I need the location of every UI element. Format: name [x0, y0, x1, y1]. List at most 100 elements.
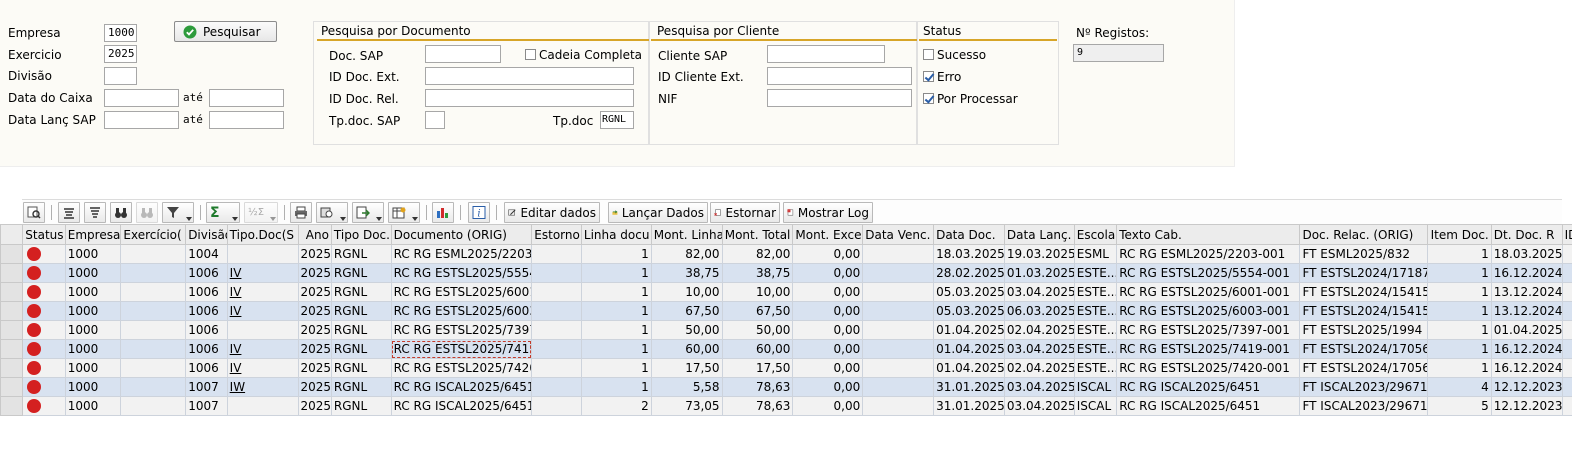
filter-button[interactable]: [162, 202, 194, 223]
table-row[interactable]: 1000 1006 2025 RGNL RC RG ESTSL2025/7397 1 50,…: [0, 320, 1572, 340]
layout-button[interactable]: [388, 202, 420, 223]
table-row[interactable]: 1000 1007 2025 RGNL RC RG ISCAL2025/6451 2 73,…: [0, 396, 1572, 416]
column-header[interactable]: Mont. Total: [721, 224, 794, 245]
column-header[interactable]: Texto Cab.: [1116, 224, 1301, 245]
id-doc-rel-field[interactable]: [425, 89, 634, 107]
table-cell[interactable]: IV: [226, 339, 299, 359]
table-cell[interactable]: IW: [226, 377, 299, 397]
info-button[interactable]: i: [468, 202, 490, 223]
column-header[interactable]: Escola: [1073, 224, 1118, 245]
row-selector[interactable]: [0, 244, 24, 264]
details-button[interactable]: [23, 202, 45, 223]
export-button[interactable]: [352, 202, 384, 223]
tp-doc-field[interactable]: RGNL: [600, 111, 634, 129]
lancar-dados-button[interactable]: Lançar Dados: [608, 202, 708, 223]
erro-checkbox[interactable]: [923, 71, 934, 82]
row-selector[interactable]: [0, 263, 24, 283]
doc-sap-field[interactable]: [425, 45, 501, 63]
views-button[interactable]: [316, 202, 348, 223]
cell-text: ISCAL: [1076, 380, 1112, 394]
table-cell[interactable]: IV: [226, 358, 299, 378]
table-cell: [531, 377, 582, 397]
column-header[interactable]: Exercício(: [120, 224, 187, 245]
id-cliente-ext-field[interactable]: [767, 67, 912, 85]
row-selector[interactable]: [0, 396, 24, 416]
table-cell: [120, 396, 187, 416]
cell-text: 0,00: [833, 361, 861, 375]
table-cell: RC RG ISCAL2025/6451: [390, 396, 533, 416]
data-lanc-to-field[interactable]: [209, 111, 284, 129]
column-header[interactable]: Item Doc.: [1426, 224, 1492, 245]
status-cell: [22, 396, 66, 416]
column-header[interactable]: Mont. Exce: [792, 224, 864, 245]
row-selector[interactable]: [0, 320, 24, 340]
estornar-button[interactable]: Estornar: [710, 202, 780, 223]
cadeia-completa-checkbox[interactable]: [525, 49, 536, 60]
graphic-button[interactable]: [432, 202, 454, 223]
cell-text: RGNL: [333, 247, 368, 261]
column-header[interactable]: ID: [1561, 224, 1572, 245]
data-caixa-to-field[interactable]: [209, 89, 284, 107]
find-next-button[interactable]: [136, 202, 158, 223]
cliente-sap-field[interactable]: [767, 45, 885, 63]
id-doc-ext-field[interactable]: [425, 67, 634, 85]
table-row[interactable]: 1000 1006 IV 2025 RGNL RC RG ESTSL2025/7419 1 6…: [0, 339, 1572, 359]
por-processar-checkbox[interactable]: [923, 93, 934, 104]
table-cell: 03.04.2025: [1003, 339, 1075, 359]
table-cell: [1561, 263, 1572, 283]
nif-field[interactable]: [767, 89, 912, 107]
table-row[interactable]: 1000 1007 IW 2025 RGNL RC RG ISCAL2025/6451 1 5…: [0, 377, 1572, 397]
table-cell: RGNL: [330, 396, 392, 416]
mostrar-log-button[interactable]: ! Mostrar Log: [783, 202, 873, 223]
empresa-field[interactable]: 1000: [104, 24, 137, 42]
column-header[interactable]: Dt. Doc. R: [1490, 224, 1563, 245]
table-row[interactable]: 1000 1006 IV 2025 RGNL RC RG ESTSL2025/6001 1 1…: [0, 282, 1572, 302]
data-caixa-from-field[interactable]: [104, 89, 179, 107]
table-row[interactable]: 1000 1006 IV 2025 RGNL RC RG ESTSL2025/6003 1 6…: [0, 301, 1572, 321]
editar-dados-button[interactable]: Editar dados: [504, 202, 600, 223]
column-header[interactable]: Data Doc.: [933, 224, 1005, 245]
subtotal-button[interactable]: ½Σ: [244, 202, 278, 223]
row-selector[interactable]: [0, 282, 24, 302]
exercicio-field[interactable]: 2025: [104, 45, 137, 63]
sort-ascending-button[interactable]: [58, 202, 80, 223]
row-selector[interactable]: [0, 339, 24, 359]
column-header[interactable]: Status: [22, 224, 66, 245]
sort-descending-button[interactable]: [84, 202, 106, 223]
column-header[interactable]: Tipo Doc.: [330, 224, 392, 245]
table-cell: 02.04.2025: [1003, 320, 1075, 340]
column-header[interactable]: Doc. Relac. (ORIG): [1299, 224, 1428, 245]
data-lanc-from-field[interactable]: [104, 111, 179, 129]
pesquisar-button[interactable]: Pesquisar: [174, 21, 277, 42]
tp-doc-sap-field[interactable]: [425, 111, 445, 129]
sucesso-checkbox[interactable]: [923, 49, 934, 60]
column-header[interactable]: Tipo.Doc(S: [226, 224, 299, 245]
row-selector-header[interactable]: [0, 224, 24, 245]
table-cell: 1006: [185, 358, 228, 378]
sum-button[interactable]: Σ: [206, 202, 240, 223]
column-header[interactable]: Data Venc.: [862, 224, 935, 245]
table-row[interactable]: 1000 1006 IV 2025 RGNL RC RG ESTSL2025/5554 1 3…: [0, 263, 1572, 283]
find-button[interactable]: [110, 202, 132, 223]
cell-text: ESTE...: [1076, 304, 1117, 318]
column-header[interactable]: Estorno: [531, 224, 582, 245]
table-cell[interactable]: IV: [226, 282, 299, 302]
column-header[interactable]: Documento (ORIG): [390, 224, 533, 245]
row-selector[interactable]: [0, 377, 24, 397]
table-row[interactable]: 1000 1006 IV 2025 RGNL RC RG ESTSL2025/7420 1 1…: [0, 358, 1572, 378]
table-cell: FT ESML2025/832: [1299, 244, 1428, 264]
column-header[interactable]: Data Lanç.: [1003, 224, 1075, 245]
table-row[interactable]: 1000 1004 2025 RGNL RC RG ESML2025/2203 1 82,0…: [0, 244, 1572, 264]
table-cell[interactable]: IV: [226, 263, 299, 283]
divisao-field[interactable]: [104, 67, 137, 85]
column-header[interactable]: Divisão: [185, 224, 228, 245]
row-selector[interactable]: [0, 358, 24, 378]
print-button[interactable]: [290, 202, 312, 223]
table-cell[interactable]: IV: [226, 301, 299, 321]
column-header[interactable]: Mont. Linha: [650, 224, 723, 245]
column-header[interactable]: Linha docu: [580, 224, 652, 245]
table-cell: ISCAL: [1073, 396, 1118, 416]
column-header[interactable]: Empresa: [64, 224, 122, 245]
column-header[interactable]: Ano: [297, 224, 332, 245]
row-selector[interactable]: [0, 301, 24, 321]
